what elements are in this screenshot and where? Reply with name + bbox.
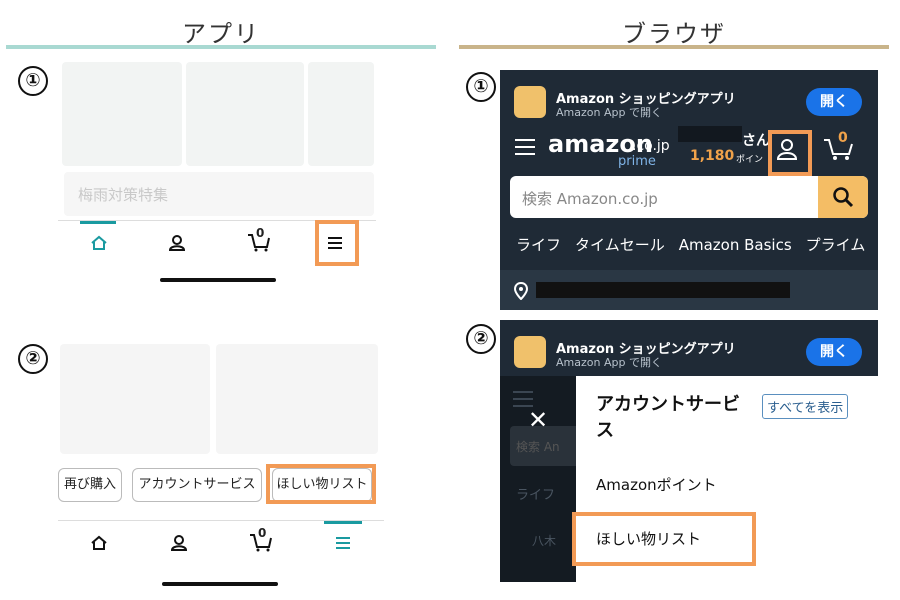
home-icon[interactable]	[86, 230, 112, 256]
dimmed-location: 八木	[532, 534, 557, 548]
faded-product-card	[308, 62, 374, 166]
hamburger-icon[interactable]	[514, 138, 536, 156]
cart-count: 0	[258, 526, 267, 540]
active-tab-indicator	[80, 221, 116, 224]
search-icon	[833, 187, 854, 208]
browser-section-title: ブラウザ	[622, 20, 726, 48]
amazon-logo[interactable]: amazon .co.jp prime	[548, 130, 670, 170]
nav-link[interactable]: ライフ	[516, 236, 561, 254]
search-placeholder: 検索 Amazon.co.jp	[522, 190, 658, 208]
dimmed-link: ライフ	[516, 488, 556, 503]
active-tab-indicator	[324, 521, 362, 524]
home-indicator	[162, 582, 278, 586]
open-app-button[interactable]: 開く	[806, 88, 862, 116]
account-icon[interactable]	[166, 530, 192, 556]
menu-title: アカウントサービス	[596, 394, 740, 441]
wishlist-highlight-box	[266, 464, 376, 504]
nav-link[interactable]: Amazon Basics	[679, 236, 792, 254]
faded-product-card	[62, 62, 182, 166]
redacted-address	[536, 282, 790, 298]
points-label: ポイン	[736, 155, 764, 165]
location-pin-icon	[514, 282, 528, 300]
nav-link[interactable]: タイムセール	[575, 236, 665, 254]
amazon-logo-prime: prime	[618, 154, 656, 169]
home-icon[interactable]	[86, 530, 112, 556]
close-menu-button[interactable]: ✕	[528, 406, 548, 434]
amazon-logo-domain: .co.jp	[632, 138, 670, 154]
wishlist-menu-highlight-box	[572, 512, 756, 566]
app-banner-subtitle: Amazon App で開く	[556, 106, 662, 119]
amazon-app-logo	[514, 86, 546, 118]
cart-icon[interactable]: 0	[822, 130, 858, 164]
cart-count: 0	[256, 226, 265, 240]
location-bar[interactable]	[500, 270, 878, 310]
account-icon-highlight-box	[768, 130, 812, 176]
menu-item-amazon-points[interactable]: Amazonポイント	[596, 474, 717, 495]
points-value: 1,180	[690, 148, 735, 164]
menu-icon[interactable]	[330, 530, 356, 556]
redacted-username	[678, 126, 742, 142]
app-section-title: アプリ	[182, 20, 260, 48]
amazon-app-logo	[514, 336, 546, 368]
browser-step-1-marker: ①	[466, 72, 496, 102]
cart-icon[interactable]: 0	[246, 526, 276, 554]
cart-icon[interactable]: 0	[244, 226, 274, 254]
faded-product-card	[186, 62, 304, 166]
chip-buy-again[interactable]: 再び購入	[58, 468, 122, 502]
show-all-link[interactable]: すべてを表示	[762, 394, 849, 419]
account-icon[interactable]	[164, 230, 190, 256]
search-field[interactable]: 検索 Amazon.co.jp	[510, 176, 868, 218]
app-step-1-marker: ①	[18, 66, 48, 96]
browser-step-1-screen: Amazon ショッピングアプリ Amazon App で開く 開く amazo…	[500, 70, 878, 310]
cart-count: 0	[838, 130, 848, 146]
app-section-rule	[6, 45, 436, 49]
greeting: さん	[742, 133, 770, 149]
chip-account-service[interactable]: アカウントサービス	[132, 468, 262, 502]
dimmed-search-text: 検索 An	[516, 440, 560, 454]
open-app-button[interactable]: 開く	[806, 338, 862, 366]
faded-banner-text: 梅雨対策特集	[78, 186, 169, 204]
menu-highlight-box	[315, 220, 359, 266]
faded-product-card	[60, 344, 210, 454]
faded-banner: 梅雨対策特集	[64, 172, 374, 216]
nav-link[interactable]: プライム	[806, 236, 866, 254]
faded-product-card	[216, 344, 378, 454]
app-step-2-marker: ②	[18, 344, 48, 374]
home-indicator	[160, 278, 276, 282]
browser-section-rule	[459, 45, 889, 49]
search-button[interactable]	[818, 176, 868, 218]
browser-step-2-marker: ②	[466, 324, 496, 354]
nav-links: ライフ タイムセール Amazon Basics プライム	[516, 234, 876, 255]
app-banner-subtitle: Amazon App で開く	[556, 356, 662, 369]
